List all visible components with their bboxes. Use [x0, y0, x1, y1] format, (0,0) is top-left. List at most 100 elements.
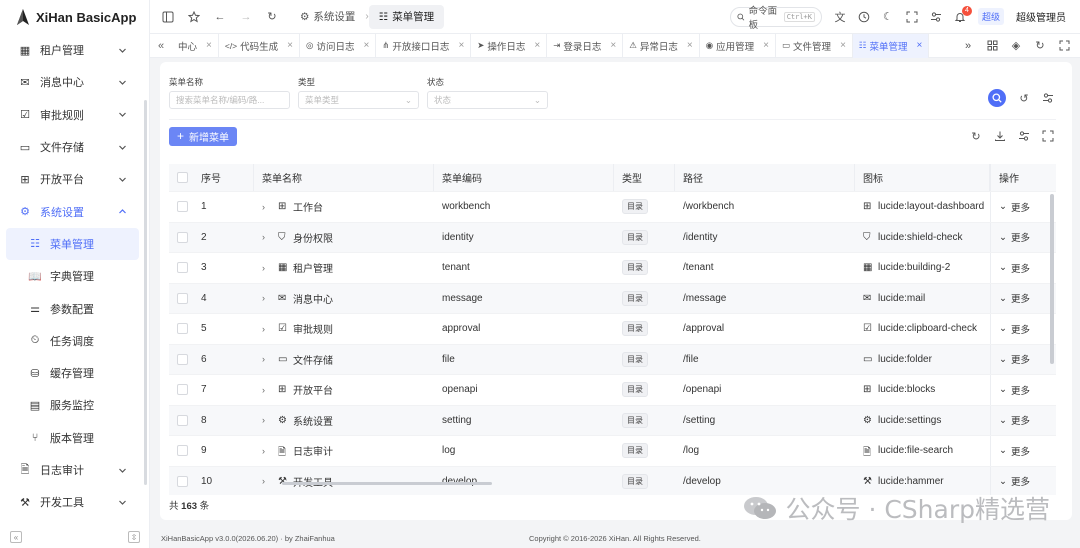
table-row[interactable]: 8 › ⚙ 系统设置 setting 目录/setting ⚙ lucide:settings…: [169, 405, 1056, 436]
tabs-scroll-right-icon[interactable]: »: [962, 40, 974, 52]
preferences-icon[interactable]: [930, 11, 942, 23]
back-icon[interactable]: ←: [214, 11, 226, 23]
sidebar-item-12[interactable]: ⑂ 版本管理: [0, 422, 149, 454]
row-checkbox[interactable]: [177, 201, 188, 213]
menu-type-select[interactable]: 菜单类型 ⌄: [298, 91, 419, 109]
more-actions-button[interactable]: ⌄ 更多: [999, 474, 1030, 489]
expand-chevron-icon[interactable]: ›: [262, 415, 272, 425]
more-actions-button[interactable]: ⌄ 更多: [999, 383, 1030, 397]
sidebar-item-8[interactable]: ⚌ 参数配置: [0, 292, 149, 324]
download-icon[interactable]: [994, 130, 1006, 142]
select-all-checkbox[interactable]: [177, 172, 188, 183]
table-vertical-scrollbar[interactable]: [1050, 194, 1054, 364]
close-icon[interactable]: ×: [363, 40, 369, 51]
more-actions-button[interactable]: ⌄ 更多: [999, 291, 1030, 306]
tab-5[interactable]: ⇥ 登录日志 ×: [547, 33, 624, 58]
sidebar-item-4[interactable]: ⊞ 开放平台: [0, 163, 149, 195]
column-settings-icon[interactable]: [1018, 130, 1030, 142]
expand-chevron-icon[interactable]: ›: [262, 263, 272, 273]
sidebar-item-14[interactable]: ⚒ 开发工具: [0, 486, 149, 518]
table-row[interactable]: 1 › ⊞ 工作台 workbench 目录/workbench ⊞ lucide:layou…: [169, 192, 1056, 223]
tab-4[interactable]: ➤ 操作日志 ×: [471, 33, 548, 58]
sidebar-item-0[interactable]: ▦ 租户管理: [0, 34, 149, 66]
sidebar-item-3[interactable]: ▭ 文件存储: [0, 131, 149, 163]
tab-8[interactable]: ▭ 文件管理 ×: [776, 33, 853, 58]
sidebar-item-5[interactable]: ⚙ 系统设置: [0, 195, 149, 227]
more-actions-button[interactable]: ⌄ 更多: [999, 261, 1030, 275]
breadcrumb-item-menu[interactable]: ☷ 菜单管理: [368, 4, 445, 29]
expand-chevron-icon[interactable]: ›: [262, 202, 272, 212]
breadcrumb-item-settings[interactable]: ⚙ 系统设置: [290, 5, 365, 29]
reset-button[interactable]: ↺: [1018, 92, 1030, 105]
close-icon[interactable]: ×: [763, 40, 769, 51]
table-row[interactable]: 7 › ⊞ 开放平台 openapi 目录/openapi ⊞ lucide:blocks ⌄ 更…: [169, 375, 1056, 406]
sidebar-item-1[interactable]: ✉ 消息中心: [0, 66, 149, 98]
row-checkbox[interactable]: [177, 292, 188, 304]
column-header-name[interactable]: 菜单名称: [254, 164, 434, 191]
advanced-filter-icon[interactable]: [1042, 92, 1054, 104]
expand-chevron-icon[interactable]: ›: [262, 385, 272, 395]
expand-chevron-icon[interactable]: ›: [262, 476, 272, 486]
row-checkbox[interactable]: [177, 475, 188, 487]
expand-chevron-icon[interactable]: ›: [262, 293, 272, 303]
row-checkbox[interactable]: [177, 414, 188, 426]
fullscreen-icon[interactable]: [906, 11, 918, 23]
sidebar-item-6[interactable]: ☷ 菜单管理: [6, 227, 139, 261]
more-actions-button[interactable]: ⌄ 更多: [999, 200, 1030, 214]
sidebar-toggle-icon[interactable]: [162, 11, 174, 23]
sidebar-item-13[interactable]: 🗎 日志审计: [0, 454, 149, 486]
search-button[interactable]: [988, 89, 1006, 107]
pin-sidebar-icon[interactable]: ⇳: [128, 531, 140, 543]
close-icon[interactable]: ×: [534, 40, 540, 51]
table-row[interactable]: 5 › ☑ 审批规则 approval 目录/approval ☑ lucide:clipbo…: [169, 314, 1056, 345]
tab-0[interactable]: 中心 ×: [172, 33, 219, 58]
layers-icon[interactable]: ◈: [1010, 40, 1022, 52]
tabs-grid-icon[interactable]: [986, 40, 998, 52]
refresh-icon[interactable]: ↻: [266, 11, 278, 23]
command-palette-button[interactable]: 命令面板 Ctrl+K: [729, 6, 822, 31]
table-horizontal-scrollbar[interactable]: [282, 482, 492, 485]
row-checkbox[interactable]: [177, 353, 188, 365]
tab-9[interactable]: ☷ 菜单管理 ×: [852, 33, 930, 58]
column-header-no[interactable]: 序号: [193, 164, 254, 191]
close-icon[interactable]: ×: [917, 40, 923, 51]
column-header-icon[interactable]: 图标: [855, 164, 990, 191]
sidebar-item-9[interactable]: ⏲ 任务调度: [0, 325, 149, 357]
close-icon[interactable]: ×: [840, 40, 846, 51]
tab-1[interactable]: </> 代码生成 ×: [219, 33, 301, 58]
forward-icon[interactable]: →: [240, 11, 252, 23]
notification-button[interactable]: 4: [954, 5, 972, 23]
app-logo[interactable]: XiHan BasicApp: [0, 0, 149, 34]
table-row[interactable]: 2 › ⛉ 身份权限 identity 目录/identity ⛉ lucide:shield…: [169, 222, 1056, 253]
tabs-scroll-left-icon[interactable]: «: [150, 40, 172, 52]
tab-6[interactable]: ⚠ 异常日志 ×: [623, 33, 700, 58]
row-checkbox[interactable]: [177, 323, 188, 335]
tab-2[interactable]: ◎ 访问日志 ×: [300, 33, 377, 58]
table-row[interactable]: 3 › ▦ 租户管理 tenant 目录/tenant ▦ lucide:building-2…: [169, 253, 1056, 284]
status-select[interactable]: 状态 ⌄: [427, 91, 548, 109]
translate-icon[interactable]: 文: [834, 11, 846, 24]
column-header-code[interactable]: 菜单编码: [434, 164, 614, 191]
tab-3[interactable]: ⋔ 开放接口日志 ×: [376, 33, 472, 58]
column-header-type[interactable]: 类型: [614, 164, 675, 191]
table-refresh-icon[interactable]: ↻: [970, 130, 982, 143]
more-actions-button[interactable]: ⌄ 更多: [999, 352, 1030, 367]
expand-chevron-icon[interactable]: ›: [262, 232, 272, 242]
sidebar-scrollbar[interactable]: [144, 100, 147, 485]
table-row[interactable]: 6 › ▭ 文件存储 file 目录/file ▭ lucide:folder ⌄ 更多: [169, 344, 1056, 375]
more-actions-button[interactable]: ⌄ 更多: [999, 322, 1030, 336]
expand-chevron-icon[interactable]: ›: [262, 354, 272, 364]
collapse-sidebar-icon[interactable]: «: [10, 531, 22, 543]
table-row[interactable]: 4 › ✉ 消息中心 message 目录/message ✉ lucide:mail ⌄ 更多: [169, 283, 1056, 314]
expand-chevron-icon[interactable]: ›: [262, 446, 272, 456]
star-icon[interactable]: [188, 10, 200, 23]
row-checkbox[interactable]: [177, 384, 188, 396]
clock-icon[interactable]: [858, 11, 870, 23]
user-name[interactable]: 超级管理员: [1016, 9, 1066, 24]
sidebar-item-7[interactable]: 📖 字典管理: [0, 260, 149, 292]
close-icon[interactable]: ×: [610, 40, 616, 51]
sidebar-item-2[interactable]: ☑ 审批规则: [0, 99, 149, 131]
close-icon[interactable]: ×: [687, 40, 693, 51]
more-actions-button[interactable]: ⌄ 更多: [999, 230, 1030, 245]
tab-refresh-icon[interactable]: ↻: [1034, 40, 1046, 52]
